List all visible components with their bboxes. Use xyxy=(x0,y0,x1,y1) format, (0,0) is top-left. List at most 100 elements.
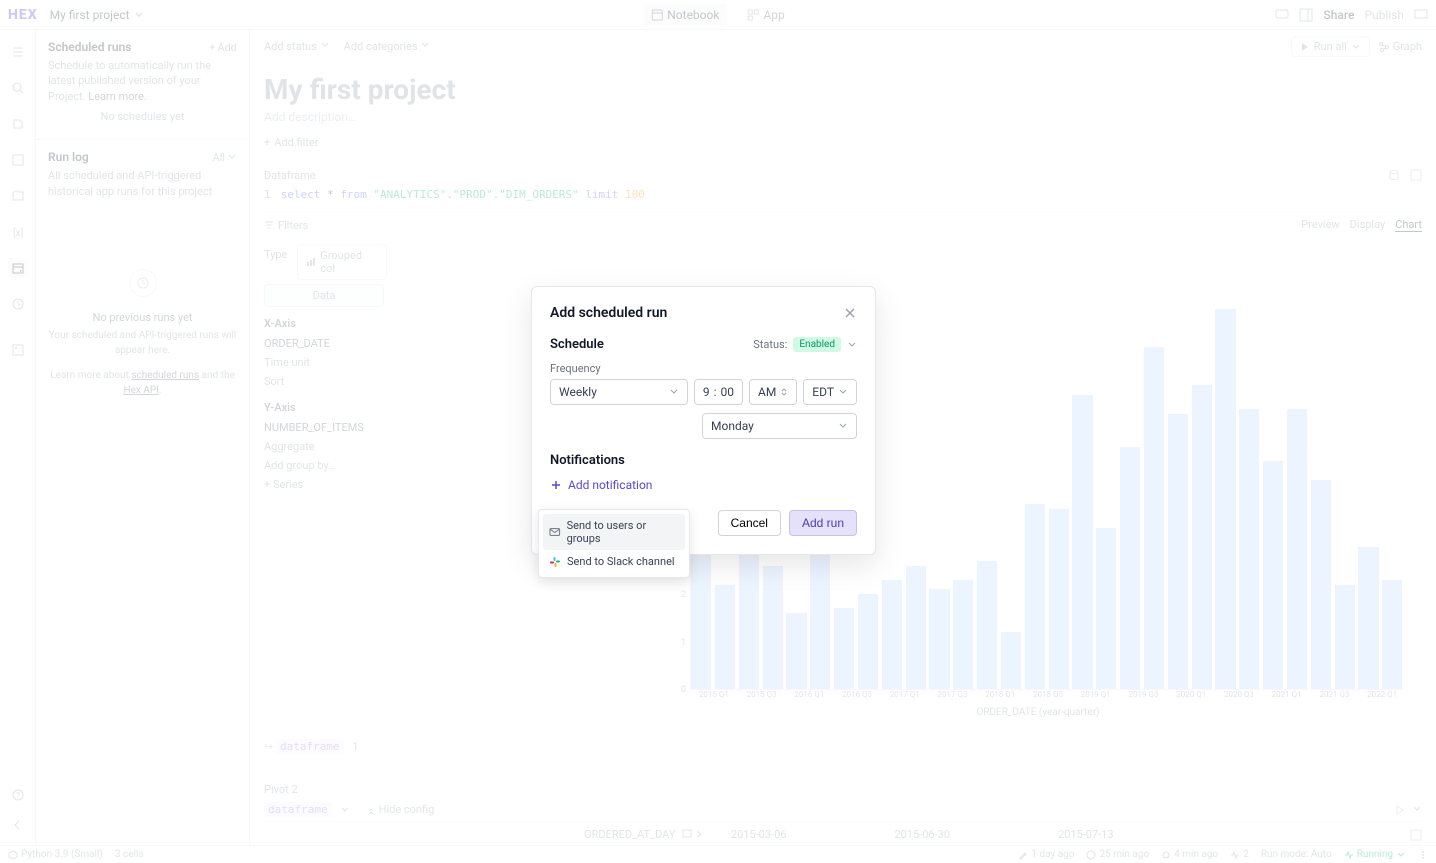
kernel-status[interactable]: Python 3.9 (Small) xyxy=(8,849,103,860)
day-select[interactable]: Monday xyxy=(702,413,857,439)
chart-bar[interactable] xyxy=(929,589,949,689)
notif-users-option[interactable]: Send to users or groups xyxy=(543,514,685,550)
chart-bar[interactable] xyxy=(1144,347,1164,689)
chart-bar[interactable] xyxy=(1358,547,1378,690)
play-icon[interactable] xyxy=(1394,804,1406,816)
history-icon[interactable] xyxy=(8,294,28,314)
view-chart[interactable]: Chart xyxy=(1395,218,1422,232)
chart-bar[interactable] xyxy=(1215,309,1235,689)
environment-icon[interactable] xyxy=(8,340,28,360)
chart-bar[interactable] xyxy=(1382,580,1402,689)
minute-input[interactable]: 00 xyxy=(720,385,734,399)
chart-bar[interactable] xyxy=(953,580,973,689)
graph-button[interactable]: Graph xyxy=(1378,40,1422,53)
run-mode[interactable]: Run mode: Auto xyxy=(1261,849,1332,860)
panel-icon[interactable] xyxy=(1299,8,1313,22)
cancel-button[interactable]: Cancel xyxy=(718,510,781,536)
learn-more-link[interactable]: Learn more. xyxy=(88,90,147,103)
chart-bar[interactable] xyxy=(691,551,711,689)
chart-bar[interactable] xyxy=(715,585,735,690)
timezone-select[interactable]: EDT xyxy=(803,379,857,405)
status-time-3[interactable]: 4 min ago xyxy=(1161,849,1218,860)
components-icon[interactable] xyxy=(8,150,28,170)
more-icon[interactable] xyxy=(1418,850,1428,860)
chart-bar[interactable] xyxy=(1239,409,1259,689)
page-title[interactable]: My first project xyxy=(250,63,1436,110)
search-icon[interactable] xyxy=(8,78,28,98)
chart-bar[interactable] xyxy=(1001,632,1021,689)
pivot-df-select[interactable]: dataframe xyxy=(264,802,332,817)
time-input[interactable]: 9 : 00 xyxy=(694,379,743,405)
publish-button[interactable]: Publish xyxy=(1364,8,1404,22)
ampm-select[interactable]: AM xyxy=(749,379,797,405)
help-icon[interactable]: ? xyxy=(8,785,28,805)
status-time-2[interactable]: 25 min ago xyxy=(1086,849,1149,860)
notif-slack-option[interactable]: Send to Slack channel xyxy=(543,550,685,573)
chart-bar[interactable] xyxy=(834,608,854,689)
project-title-dropdown[interactable]: My first project xyxy=(50,8,144,22)
chart-bar[interactable] xyxy=(1263,461,1283,689)
database-icon[interactable] xyxy=(1388,169,1400,181)
chart-bar[interactable] xyxy=(1072,395,1092,690)
expand-icon[interactable] xyxy=(1410,169,1422,181)
scheduled-runs-icon[interactable] xyxy=(8,258,28,278)
collapse-icon[interactable] xyxy=(8,815,28,835)
chart-bar[interactable] xyxy=(1192,385,1212,689)
run-all-button[interactable]: Run all xyxy=(1291,36,1370,57)
tab-app-label: App xyxy=(763,8,784,22)
add-notification-button[interactable]: Add notification xyxy=(550,478,857,492)
chart-bar[interactable] xyxy=(1025,504,1045,689)
chart-bar[interactable] xyxy=(1168,414,1188,690)
close-button[interactable] xyxy=(843,306,857,320)
add-schedule-button[interactable]: + Add xyxy=(209,41,237,54)
chart-bar[interactable] xyxy=(763,566,783,690)
status-dropdown[interactable]: Status: Enabled xyxy=(753,337,857,352)
chart-type-select[interactable]: Grouped col xyxy=(297,244,387,280)
logo[interactable]: HEX xyxy=(8,7,38,23)
tab-app[interactable]: App xyxy=(739,4,792,26)
sql-code[interactable]: 1select * from "ANALYTICS"."PROD"."DIM_O… xyxy=(264,186,1422,203)
add-status-button[interactable]: Add status xyxy=(264,40,330,53)
chart-bar[interactable] xyxy=(1049,509,1069,690)
chart-bar[interactable] xyxy=(1120,447,1140,689)
variables-icon[interactable]: [x] xyxy=(8,222,28,242)
add-description[interactable]: Add description… xyxy=(250,110,1436,130)
pivot-column[interactable]: ORDERED_AT_DAY xyxy=(584,828,703,841)
comment-icon[interactable] xyxy=(1275,8,1289,22)
output-df-name[interactable]: dataframe xyxy=(276,739,344,754)
status-time-1[interactable]: 1 day ago xyxy=(1018,849,1074,860)
chart-bar[interactable] xyxy=(1096,528,1116,690)
view-display[interactable]: Display xyxy=(1350,218,1386,232)
chart-bar[interactable] xyxy=(906,566,926,690)
chart-bar[interactable] xyxy=(858,594,878,689)
share-button[interactable]: Share xyxy=(1323,8,1354,22)
chevron-down-icon[interactable] xyxy=(1412,804,1422,814)
frequency-select[interactable]: Weekly xyxy=(550,379,688,405)
expand-icon[interactable] xyxy=(1410,829,1422,841)
hide-config-button[interactable]: Hide config xyxy=(366,803,435,816)
chart-bar[interactable] xyxy=(1311,480,1331,689)
chart-bar[interactable] xyxy=(786,613,806,689)
chart-bar[interactable] xyxy=(739,547,759,690)
hex-api-link[interactable]: Hex API xyxy=(123,385,158,396)
data-sources-icon[interactable] xyxy=(8,114,28,134)
running-status[interactable]: Running xyxy=(1344,849,1406,860)
run-log-filter[interactable]: All xyxy=(212,151,237,164)
add-run-button[interactable]: Add run xyxy=(789,510,857,536)
present-icon[interactable] xyxy=(1414,8,1428,22)
chart-bar[interactable] xyxy=(1287,409,1307,689)
hour-input[interactable]: 9 xyxy=(703,385,710,399)
filters-button[interactable]: Filters xyxy=(264,218,308,232)
chart-bar[interactable] xyxy=(810,547,830,690)
files-icon[interactable] xyxy=(8,186,28,206)
outline-icon[interactable] xyxy=(8,42,28,62)
view-preview[interactable]: Preview xyxy=(1301,218,1339,232)
tab-notebook[interactable]: Notebook xyxy=(643,4,727,26)
add-categories-button[interactable]: Add categories xyxy=(344,40,431,53)
add-filter-button[interactable]: + Add filter xyxy=(250,130,1436,155)
status-count[interactable]: 2 xyxy=(1230,849,1249,860)
chart-bar[interactable] xyxy=(977,561,997,689)
scheduled-runs-link[interactable]: scheduled runs xyxy=(131,370,199,381)
chart-bar[interactable] xyxy=(1335,585,1355,690)
chart-bar[interactable] xyxy=(882,580,902,689)
